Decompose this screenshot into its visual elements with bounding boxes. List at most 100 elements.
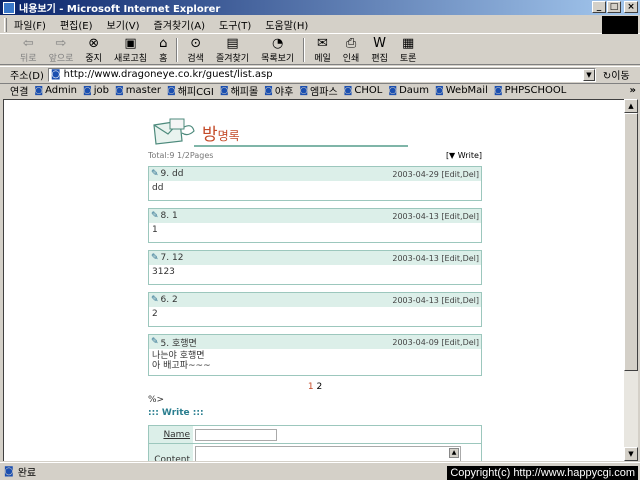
home-button[interactable]: ⌂ 홈 xyxy=(153,36,173,65)
name-input[interactable] xyxy=(195,428,277,441)
link-admin[interactable]: ◙ Admin xyxy=(34,85,77,96)
scroll-thumb[interactable] xyxy=(624,113,638,371)
history-label: 목록보기 xyxy=(261,54,295,64)
ie-page-icon xyxy=(3,1,15,14)
link-label: 해피몰 xyxy=(230,87,259,98)
search-button[interactable]: ⊙ 검색 xyxy=(181,36,210,65)
entry-date-actions[interactable]: 2003-04-13 [Edit,Del] xyxy=(392,296,479,305)
mail-label: 메일 xyxy=(314,54,331,64)
menu-file[interactable]: 파일(F) xyxy=(14,17,46,32)
name-label: Name xyxy=(149,426,193,443)
refresh-icon: ▣ xyxy=(124,36,137,51)
scroll-up-button[interactable]: ▲ xyxy=(624,99,638,113)
memo-icon: ✎ xyxy=(151,253,159,263)
memo-icon: ✎ xyxy=(151,211,159,221)
ie-logo xyxy=(602,16,638,34)
stop-label: 중지 xyxy=(85,54,102,64)
link-page-icon: ◙ xyxy=(435,85,444,96)
page-done-icon: ◙ xyxy=(4,466,14,477)
links-more-button[interactable]: » xyxy=(630,85,636,96)
link-label: master xyxy=(125,85,161,96)
forward-button[interactable]: ⇨ 앞으로 xyxy=(43,36,80,65)
discuss-button[interactable]: ▦ 토론 xyxy=(394,36,423,65)
mail-button[interactable]: ✉ 메일 xyxy=(308,36,337,65)
link-label: 야후 xyxy=(274,87,294,98)
entry-header-left: ✎ 7. 12 xyxy=(151,253,183,263)
write-section-title: ::: Write ::: xyxy=(148,408,204,418)
mail-icon: ✉ xyxy=(317,36,328,51)
go-button[interactable]: ↻이동 xyxy=(603,67,630,82)
standard-toolbar: ⇦ 뒤로 ⇨ 앞으로 ⊗ 중지 ▣ 새로고침 ⌂ 홈 ⊙ 검색 ▤ 즐겨찾기 ◔… xyxy=(0,35,640,65)
address-dropdown-button[interactable]: ▼ xyxy=(582,68,595,81)
link-phpschool[interactable]: ◙ PHPSCHOOL xyxy=(494,85,566,96)
menu-help[interactable]: 도움말(H) xyxy=(265,17,308,32)
minimize-button[interactable]: _ xyxy=(592,1,606,13)
home-label: 홈 xyxy=(159,54,168,64)
link-page-icon: ◙ xyxy=(34,85,44,96)
content-label: Content xyxy=(149,444,193,461)
menu-edit[interactable]: 편집(E) xyxy=(60,17,93,32)
entry-header-left: ✎ 5. 호행면 xyxy=(151,336,197,349)
vertical-scrollbar[interactable]: ▲ ▼ xyxy=(624,99,638,461)
entry-header-left: ✎ 6. 2 xyxy=(151,295,178,305)
toolbar-grip[interactable] xyxy=(4,18,7,32)
menu-tools[interactable]: 도구(T) xyxy=(219,17,251,32)
entry-title: 9. dd xyxy=(160,169,184,179)
guestbook-entry: ✎ 8. 1 2003-04-13 [Edit,Del] 1 xyxy=(148,208,482,243)
page-link-2[interactable]: 2 xyxy=(316,382,322,392)
link-job[interactable]: ◙ job xyxy=(83,85,109,96)
guestbook-header: 방명록 xyxy=(148,115,482,150)
guestbook: 방명록 Total:9 1/2Pages [▼ Write] ✎ 9. dd 20… xyxy=(148,115,482,461)
history-button[interactable]: ◔ 목록보기 xyxy=(255,36,300,65)
stray-text: %> xyxy=(148,395,165,405)
back-button[interactable]: ⇦ 뒤로 xyxy=(14,36,43,65)
guestbook-info: Total:9 1/2Pages [▼ Write] xyxy=(148,151,482,163)
favorites-icon: ▤ xyxy=(226,36,239,51)
entry-date-actions[interactable]: 2003-04-13 [Edit,Del] xyxy=(392,254,479,263)
favorites-button[interactable]: ▤ 즐겨찾기 xyxy=(210,36,255,65)
content-textarea[interactable]: ▲ xyxy=(195,446,461,461)
link-daum[interactable]: ◙ Daum xyxy=(388,85,429,96)
link-happymall[interactable]: ◙ 해피몰 xyxy=(219,83,259,99)
textarea-scroll-up[interactable]: ▲ xyxy=(449,448,459,458)
link-page-icon: ◙ xyxy=(167,85,176,96)
edit-button[interactable]: W 편집 xyxy=(365,36,394,65)
print-button[interactable]: ⎙ 인쇄 xyxy=(337,36,366,65)
menu-view[interactable]: 보기(V) xyxy=(107,17,140,32)
menu-favorites[interactable]: 즐겨찾기(A) xyxy=(154,17,205,32)
link-label: job xyxy=(93,85,109,96)
write-link[interactable]: [▼ Write] xyxy=(446,151,482,163)
links-bar: 연결 ◙ Admin ◙ job ◙ master ◙ 해피CGI ◙ 해피몰 ◙ 야후 ◙… xyxy=(0,83,640,99)
window-controls: _ □ × xyxy=(592,1,638,13)
entry-date-actions[interactable]: 2003-04-13 [Edit,Del] xyxy=(392,212,479,221)
link-webmail[interactable]: ◙ WebMail xyxy=(435,85,488,96)
forward-arrow-icon: ⇨ xyxy=(55,36,67,51)
guestbook-title: 방명록 xyxy=(202,120,240,145)
link-yahoo[interactable]: ◙ 야후 xyxy=(264,83,294,99)
scroll-down-button[interactable]: ▼ xyxy=(624,447,638,461)
link-page-icon: ◙ xyxy=(219,85,229,96)
stop-icon: ⊗ xyxy=(88,36,100,51)
window-title: 내용보기 - Microsoft Internet Explorer xyxy=(19,4,221,15)
link-happycgi[interactable]: ◙ 해피CGI xyxy=(167,83,214,99)
link-chol[interactable]: ◙ CHOL xyxy=(344,85,383,96)
entry-title: 7. 12 xyxy=(160,253,184,263)
entry-title: 8. 1 xyxy=(160,211,178,221)
guestbook-entry: ✎ 9. dd 2003-04-29 [Edit,Del] dd xyxy=(148,166,482,201)
entry-date-actions[interactable]: 2003-04-09 [Edit,Del] xyxy=(392,338,479,347)
close-button[interactable]: × xyxy=(624,1,638,13)
stop-button[interactable]: ⊗ 중지 xyxy=(79,36,108,65)
page-content: 방명록 Total:9 1/2Pages [▼ Write] ✎ 9. dd 20… xyxy=(3,99,624,461)
home-icon: ⌂ xyxy=(159,36,168,51)
maximize-button[interactable]: □ xyxy=(607,1,621,13)
search-label: 검색 xyxy=(187,54,204,64)
link-empas[interactable]: ◙ 엠파스 xyxy=(299,83,337,99)
link-label: CHOL xyxy=(354,85,383,96)
entry-date-actions[interactable]: 2003-04-29 [Edit,Del] xyxy=(392,170,479,179)
pagination: 1 2 xyxy=(148,382,482,392)
link-master[interactable]: ◙ master xyxy=(115,85,161,96)
word-edit-icon: W xyxy=(373,36,387,51)
refresh-button[interactable]: ▣ 새로고침 xyxy=(108,36,153,65)
entry-header-left: ✎ 8. 1 xyxy=(151,211,178,221)
address-input[interactable]: ◙ http://www.dragoneye.co.kr/guest/list.… xyxy=(47,67,596,82)
